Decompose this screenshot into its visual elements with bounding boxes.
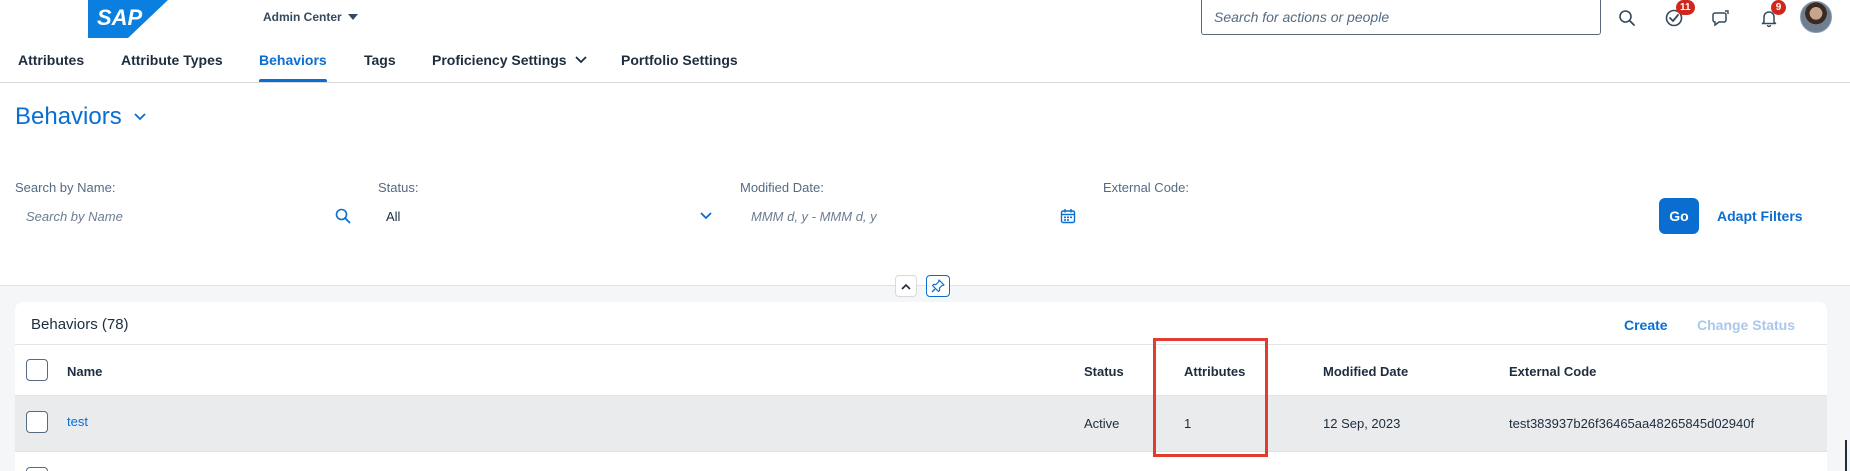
chevron-down-icon[interactable] (696, 206, 716, 226)
pin-header-button[interactable] (926, 275, 950, 297)
filter-external-label: External Code: (1103, 180, 1189, 195)
filter-modified-input[interactable] (751, 200, 1041, 232)
table-header: Name Status Attributes Modified Date Ext… (15, 344, 1827, 396)
row-attributes: 1 (1184, 416, 1192, 431)
shell-bar: SAP Admin Center 11 9 (0, 0, 1850, 44)
tasks-badge: 11 (1676, 0, 1695, 15)
column-header-attributes[interactable]: Attributes (1184, 364, 1245, 379)
global-search-input[interactable] (1202, 0, 1600, 34)
table-title: Behaviors (78) (31, 316, 129, 333)
column-header-name[interactable]: Name (67, 364, 102, 379)
select-all-checkbox[interactable] (26, 359, 48, 381)
global-search[interactable] (1201, 0, 1601, 35)
chevron-down-icon (574, 56, 587, 64)
adapt-filters-button[interactable]: Adapt Filters (1717, 208, 1803, 224)
notifications-badge: 9 (1771, 0, 1786, 15)
table-row[interactable]: test Active 1 12 Sep, 2023 test383937b26… (15, 396, 1827, 452)
column-header-external-code[interactable]: External Code (1509, 364, 1596, 379)
tab-proficiency-settings-label: Proficiency Settings (432, 52, 567, 68)
chevron-up-icon (901, 283, 911, 290)
create-button[interactable]: Create (1624, 317, 1668, 333)
feedback-icon[interactable] (1709, 6, 1733, 30)
filter-modified-label: Modified Date: (740, 180, 824, 195)
tab-bar: Attributes Attribute Types Behaviors Tag… (0, 44, 1850, 83)
filter-name-field[interactable] (26, 200, 356, 232)
page-title-variant-selector[interactable]: Behaviors (15, 103, 146, 131)
row-external-code: test383937b26f36465aa48265845d02940f (1509, 416, 1755, 431)
calendar-icon[interactable] (1058, 206, 1078, 226)
tab-attributes[interactable]: Attributes (18, 52, 84, 68)
search-icon[interactable] (1615, 6, 1639, 30)
row-checkbox[interactable] (26, 411, 48, 433)
app-switcher[interactable]: Admin Center (263, 10, 358, 24)
filter-status-select[interactable]: All (386, 200, 716, 232)
logo-text: SAP (97, 5, 143, 30)
tasks-icon[interactable]: 11 (1662, 0, 1695, 30)
column-header-status[interactable]: Status (1084, 364, 1124, 379)
tab-attribute-types[interactable]: Attribute Types (121, 52, 223, 68)
chevron-down-icon (134, 113, 146, 121)
tab-tags[interactable]: Tags (364, 52, 396, 68)
user-avatar[interactable] (1800, 1, 1832, 33)
change-status-button: Change Status (1697, 317, 1796, 333)
filter-name-input[interactable] (26, 200, 356, 232)
row-modified-date: 12 Sep, 2023 (1323, 416, 1401, 431)
filter-name-label: Search by Name: (15, 180, 116, 195)
row-name-link[interactable]: test (67, 414, 88, 429)
search-icon[interactable] (333, 206, 353, 226)
caret-down-icon (347, 14, 358, 20)
tab-behaviors[interactable]: Behaviors (259, 52, 327, 68)
tab-portfolio-settings[interactable]: Portfolio Settings (621, 52, 738, 68)
notifications-icon[interactable]: 9 (1757, 0, 1786, 30)
row-checkbox[interactable] (26, 467, 48, 471)
scrollbar-edge (1845, 440, 1847, 471)
tab-proficiency-settings[interactable]: Proficiency Settings (432, 52, 587, 68)
sap-logo[interactable]: SAP (88, 0, 168, 38)
go-button[interactable]: Go (1659, 198, 1699, 234)
collapse-header-button[interactable] (895, 275, 917, 297)
filter-modified-field[interactable] (751, 200, 1041, 232)
column-header-modified-date[interactable]: Modified Date (1323, 364, 1408, 379)
behaviors-table: Behaviors (78) Create Change Status Name… (15, 302, 1827, 471)
app-switcher-label: Admin Center (263, 10, 342, 24)
page-title: Behaviors (15, 103, 122, 130)
table-row[interactable] (15, 452, 1827, 471)
row-status: Active (1084, 416, 1120, 431)
active-tab-indicator (259, 79, 327, 82)
filter-status-value: All (386, 208, 401, 224)
filter-status-label: Status: (378, 180, 419, 195)
pin-icon (931, 279, 945, 293)
